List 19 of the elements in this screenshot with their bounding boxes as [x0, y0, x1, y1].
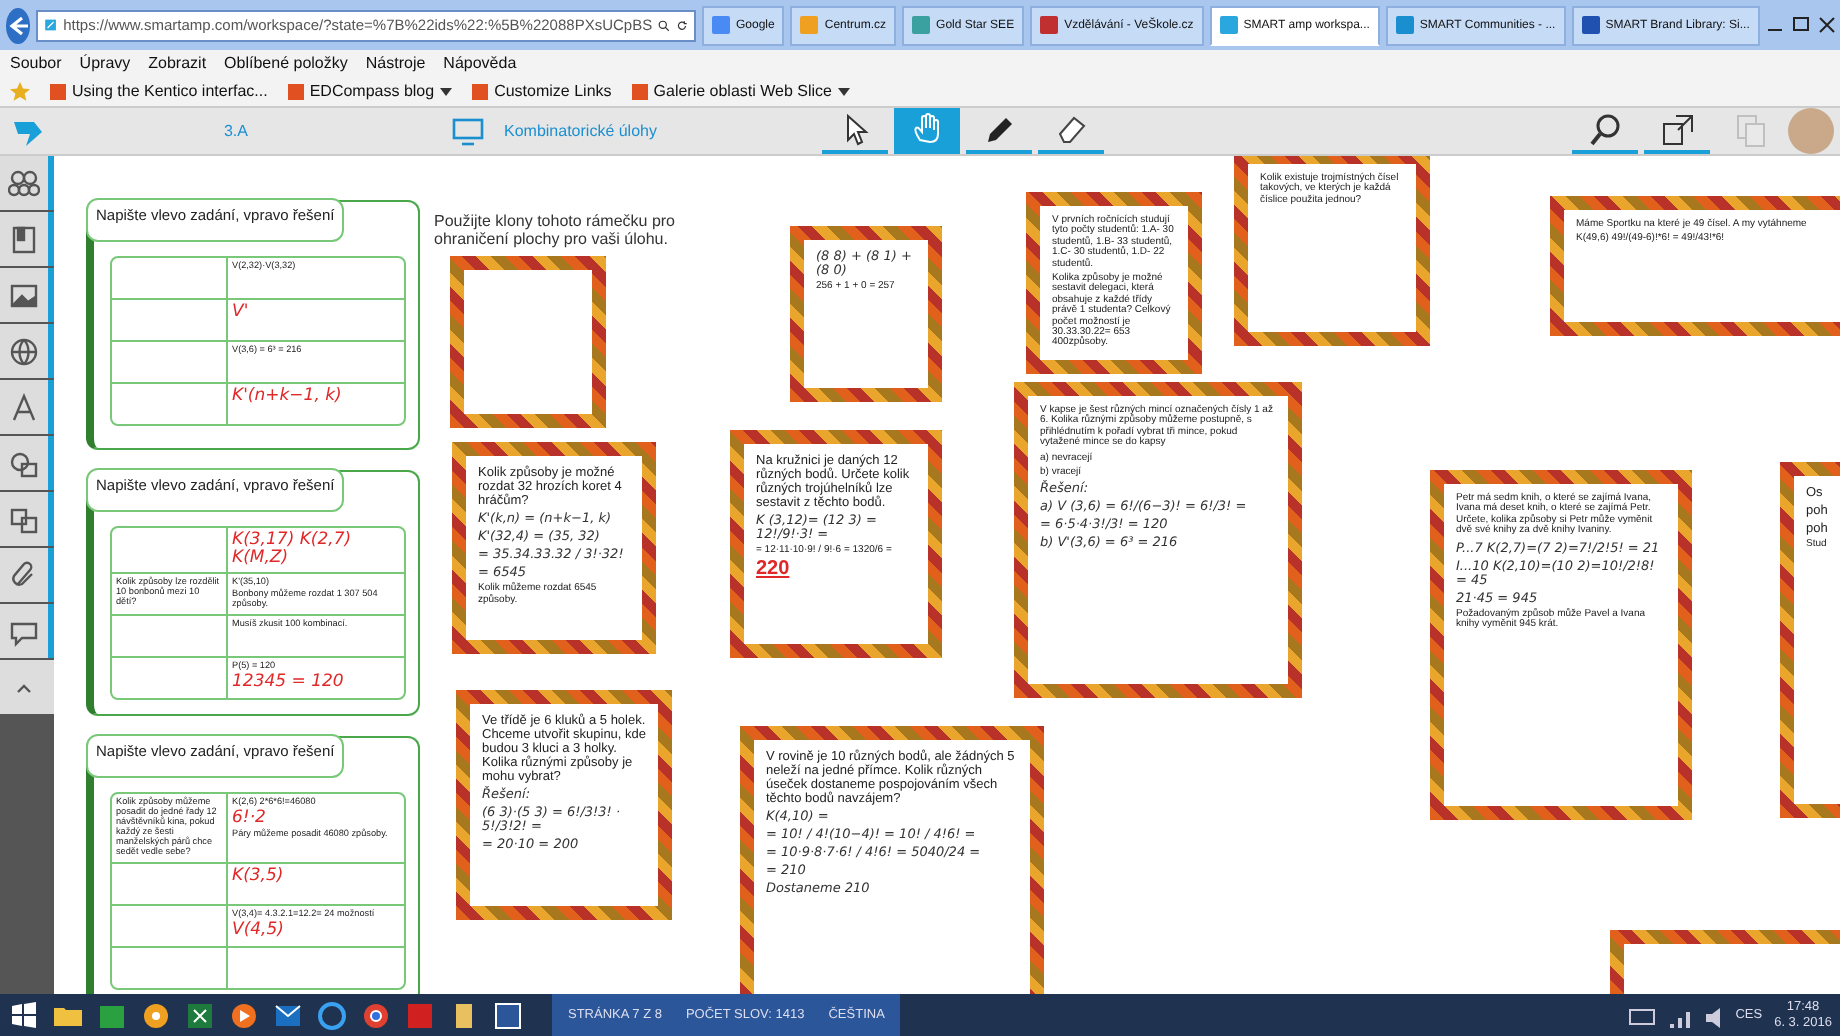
handwritten-text: V': [232, 304, 251, 323]
favorite-link[interactable]: Customize Links: [472, 82, 612, 100]
card-text: Použijte klony tohoto rámečku pro ohraničení plochy pro vaši úlohu.: [434, 214, 678, 249]
favorite-link[interactable]: Using the Kentico interfac...: [50, 82, 268, 100]
handwritten-text: 6!·2: [232, 809, 268, 828]
handwritten-text: 12345 = 120: [232, 674, 346, 693]
answer-text: 220: [756, 560, 792, 583]
menu-item[interactable]: Zobrazit: [148, 54, 207, 72]
menu-item[interactable]: Úpravy: [79, 54, 131, 72]
menu-item[interactable]: Nápověda: [443, 54, 517, 72]
menu-item[interactable]: Nástroje: [365, 54, 426, 72]
favorite-link[interactable]: Galerie oblasti Web Slice: [631, 82, 850, 100]
favorite-link[interactable]: EDCompass blog: [287, 82, 453, 100]
menu-item[interactable]: Soubor: [10, 54, 62, 72]
handwritten-text: K(3,5): [232, 867, 286, 886]
menu-item[interactable]: Oblíbené položky: [224, 54, 348, 72]
handwritten-text: K(3,17) K(2,7) K(M,Z): [232, 532, 354, 569]
handwritten-text: K'(n+k−1, k): [232, 388, 344, 407]
handwritten-text: V(4,5): [232, 921, 286, 940]
